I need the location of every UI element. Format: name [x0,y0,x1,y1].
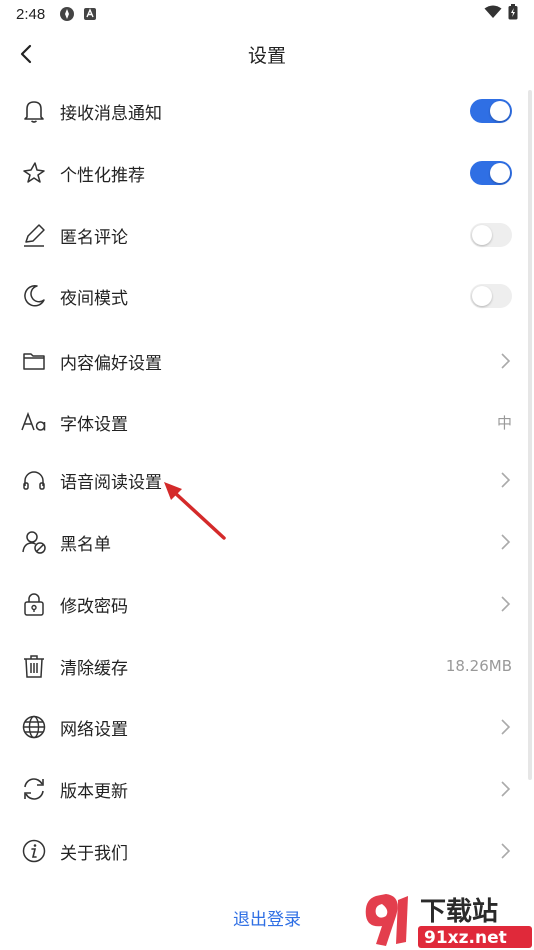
setting-blacklist[interactable]: 黑名单 [0,514,534,570]
app-badge-icon [83,7,97,21]
setting-label: 匿名评论 [60,227,128,248]
trash-icon [20,652,48,680]
sparkle-icon [20,159,48,187]
refresh-icon [20,775,48,803]
back-button[interactable] [10,38,42,70]
font-size-value: 中 [496,413,512,432]
pencil-icon [20,221,48,249]
chevron-right-icon [501,472,511,488]
setting-clear-cache[interactable]: 清除缓存 18.26MB [0,638,534,694]
font-icon [20,408,48,436]
moon-icon [20,282,48,310]
personalized-toggle[interactable] [470,161,512,185]
page-header: 设置 [0,28,534,80]
setting-font[interactable]: 字体设置 中 [0,394,534,450]
setting-label: 内容偏好设置 [60,353,162,374]
bell-icon [20,97,48,125]
chevron-left-icon [20,44,32,64]
setting-label: 语音阅读设置 [60,472,162,493]
setting-label: 字体设置 [60,414,128,435]
setting-personalized-recommend[interactable]: 个性化推荐 [0,145,534,201]
status-time: 2:48 [16,5,46,23]
cache-size-value: 18.26MB [445,657,512,675]
setting-night-mode[interactable]: 夜间模式 [0,268,534,324]
setting-anonymous-comment[interactable]: 匿名评论 [0,207,534,263]
setting-label: 版本更新 [60,781,128,802]
setting-label: 夜间模式 [60,288,128,309]
setting-voice-reading[interactable]: 语音阅读设置 [0,452,534,508]
page-title: 设置 [247,44,286,67]
setting-label: 黑名单 [60,534,111,555]
notifications-toggle[interactable] [470,99,512,123]
setting-label: 清除缓存 [60,658,128,679]
info-icon [20,837,48,865]
watermark-logo-icon: 下载站 91xz.net [365,894,532,948]
setting-label: 关于我们 [60,843,128,864]
lock-icon [20,590,48,618]
watermark-brand: 下载站 [420,897,498,927]
setting-notifications[interactable]: 接收消息通知 [0,83,534,139]
chevron-right-icon [501,596,511,612]
chevron-right-icon [501,719,511,735]
setting-label: 个性化推荐 [60,165,145,186]
toggle-knob [490,163,510,183]
folder-icon [20,347,48,375]
setting-label: 网络设置 [60,719,128,740]
headphones-icon [20,466,48,494]
setting-about-us[interactable]: 关于我们 [0,823,534,879]
setting-label: 修改密码 [60,596,128,617]
status-bar: 2:48 [0,0,534,28]
setting-network[interactable]: 网络设置 [0,699,534,755]
wifi-icon [484,5,502,23]
toggle-knob [472,286,492,306]
scrollbar[interactable] [528,90,532,780]
chevron-right-icon [501,534,511,550]
anonymous-toggle[interactable] [470,223,512,247]
blocked-user-icon [20,528,48,556]
toggle-knob [490,101,510,121]
setting-change-password[interactable]: 修改密码 [0,576,534,632]
battery-icon [508,4,518,24]
chevron-right-icon [501,353,511,369]
night-mode-toggle[interactable] [470,284,512,308]
toggle-knob [472,225,492,245]
globe-icon [20,713,48,741]
app-notification-icon [59,6,75,22]
setting-content-preference[interactable]: 内容偏好设置 [0,333,534,389]
setting-label: 接收消息通知 [60,103,162,124]
chevron-right-icon [501,843,511,859]
chevron-right-icon [501,781,511,797]
setting-version-update[interactable]: 版本更新 [0,761,534,817]
watermark-domain: 91xz.net [424,928,507,948]
annotation-arrow-icon [164,482,226,540]
